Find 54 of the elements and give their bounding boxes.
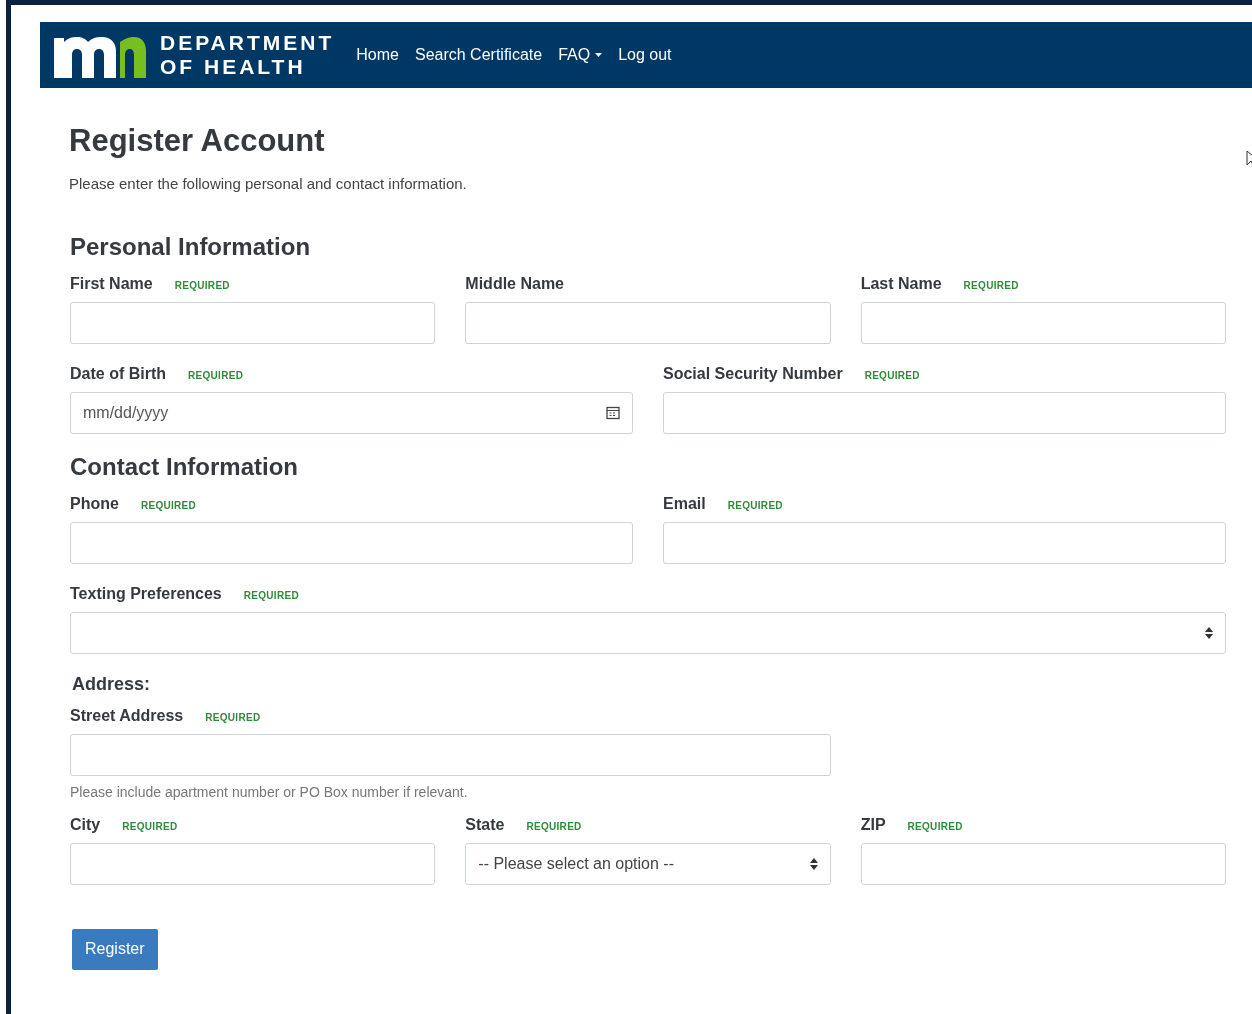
brand-name: OF HEALTH xyxy=(160,55,307,79)
sort-arrows-icon xyxy=(809,857,818,870)
brand-name: DEPARTMENT xyxy=(160,31,335,55)
input-field[interactable] xyxy=(860,842,1226,885)
field-label: City xyxy=(70,814,101,835)
input-field[interactable] xyxy=(663,521,1226,564)
field-label: Social Security Number xyxy=(663,363,843,384)
input-field[interactable] xyxy=(70,733,831,776)
nav-link[interactable]: FAQ xyxy=(558,43,603,67)
section-heading: Personal Information xyxy=(70,231,312,262)
sort-arrows-icon xyxy=(1205,626,1213,639)
nav-link[interactable]: Search Certificate xyxy=(414,43,543,67)
field-label: State xyxy=(465,814,505,835)
required-tag: REQUIRED xyxy=(526,818,582,834)
required-tag: REQUIRED xyxy=(243,587,299,603)
input-field[interactable] xyxy=(860,301,1226,344)
help-text: Please include apartment number or PO Box number if relevant. xyxy=(70,782,469,802)
required-tag: REQUIRED xyxy=(122,818,178,834)
field-label: Email xyxy=(663,493,706,514)
input-field[interactable] xyxy=(70,521,633,564)
field-label: Texting Preferences xyxy=(70,583,222,604)
nav-link[interactable]: Log out xyxy=(618,43,672,67)
date-placeholder: mm/dd/yyyy xyxy=(83,402,170,423)
date-field[interactable]: mm/dd/yyyy xyxy=(70,391,633,434)
field-label: Last Name xyxy=(860,273,942,294)
required-tag: REQUIRED xyxy=(963,277,1019,293)
required-tag: REQUIRED xyxy=(174,277,230,293)
field-label: Phone xyxy=(70,493,119,514)
required-tag: REQUIRED xyxy=(727,497,783,513)
field-label: Date of Birth xyxy=(70,363,166,384)
input-field[interactable] xyxy=(663,391,1226,434)
input-field[interactable] xyxy=(70,301,436,344)
select-value: -- Please select an option -- xyxy=(478,853,675,874)
intro-text: Please enter the following personal and contact information. xyxy=(69,174,468,194)
nav-link[interactable]: Home xyxy=(356,43,399,67)
field-label: First Name xyxy=(70,273,153,294)
calendar-icon[interactable] xyxy=(606,405,620,420)
required-tag: REQUIRED xyxy=(864,367,920,383)
page-title: Register Account xyxy=(69,122,326,160)
section-heading: Contact Information xyxy=(70,451,299,482)
field-label: ZIP xyxy=(860,814,886,835)
select-field[interactable]: -- Please select an option -- xyxy=(465,842,831,885)
select-field[interactable] xyxy=(70,611,1226,654)
register-button[interactable]: Register xyxy=(72,928,158,970)
field-label: Middle Name xyxy=(465,273,564,294)
required-tag: REQUIRED xyxy=(205,709,261,725)
required-tag: REQUIRED xyxy=(907,818,963,834)
field-label: Street Address xyxy=(70,705,184,726)
input-field[interactable] xyxy=(70,842,436,885)
caret-icon xyxy=(595,53,603,57)
required-tag: REQUIRED xyxy=(140,497,197,513)
input-field[interactable] xyxy=(465,301,831,344)
required-tag: REQUIRED xyxy=(188,367,244,383)
subsection-heading: Address: xyxy=(72,672,152,696)
